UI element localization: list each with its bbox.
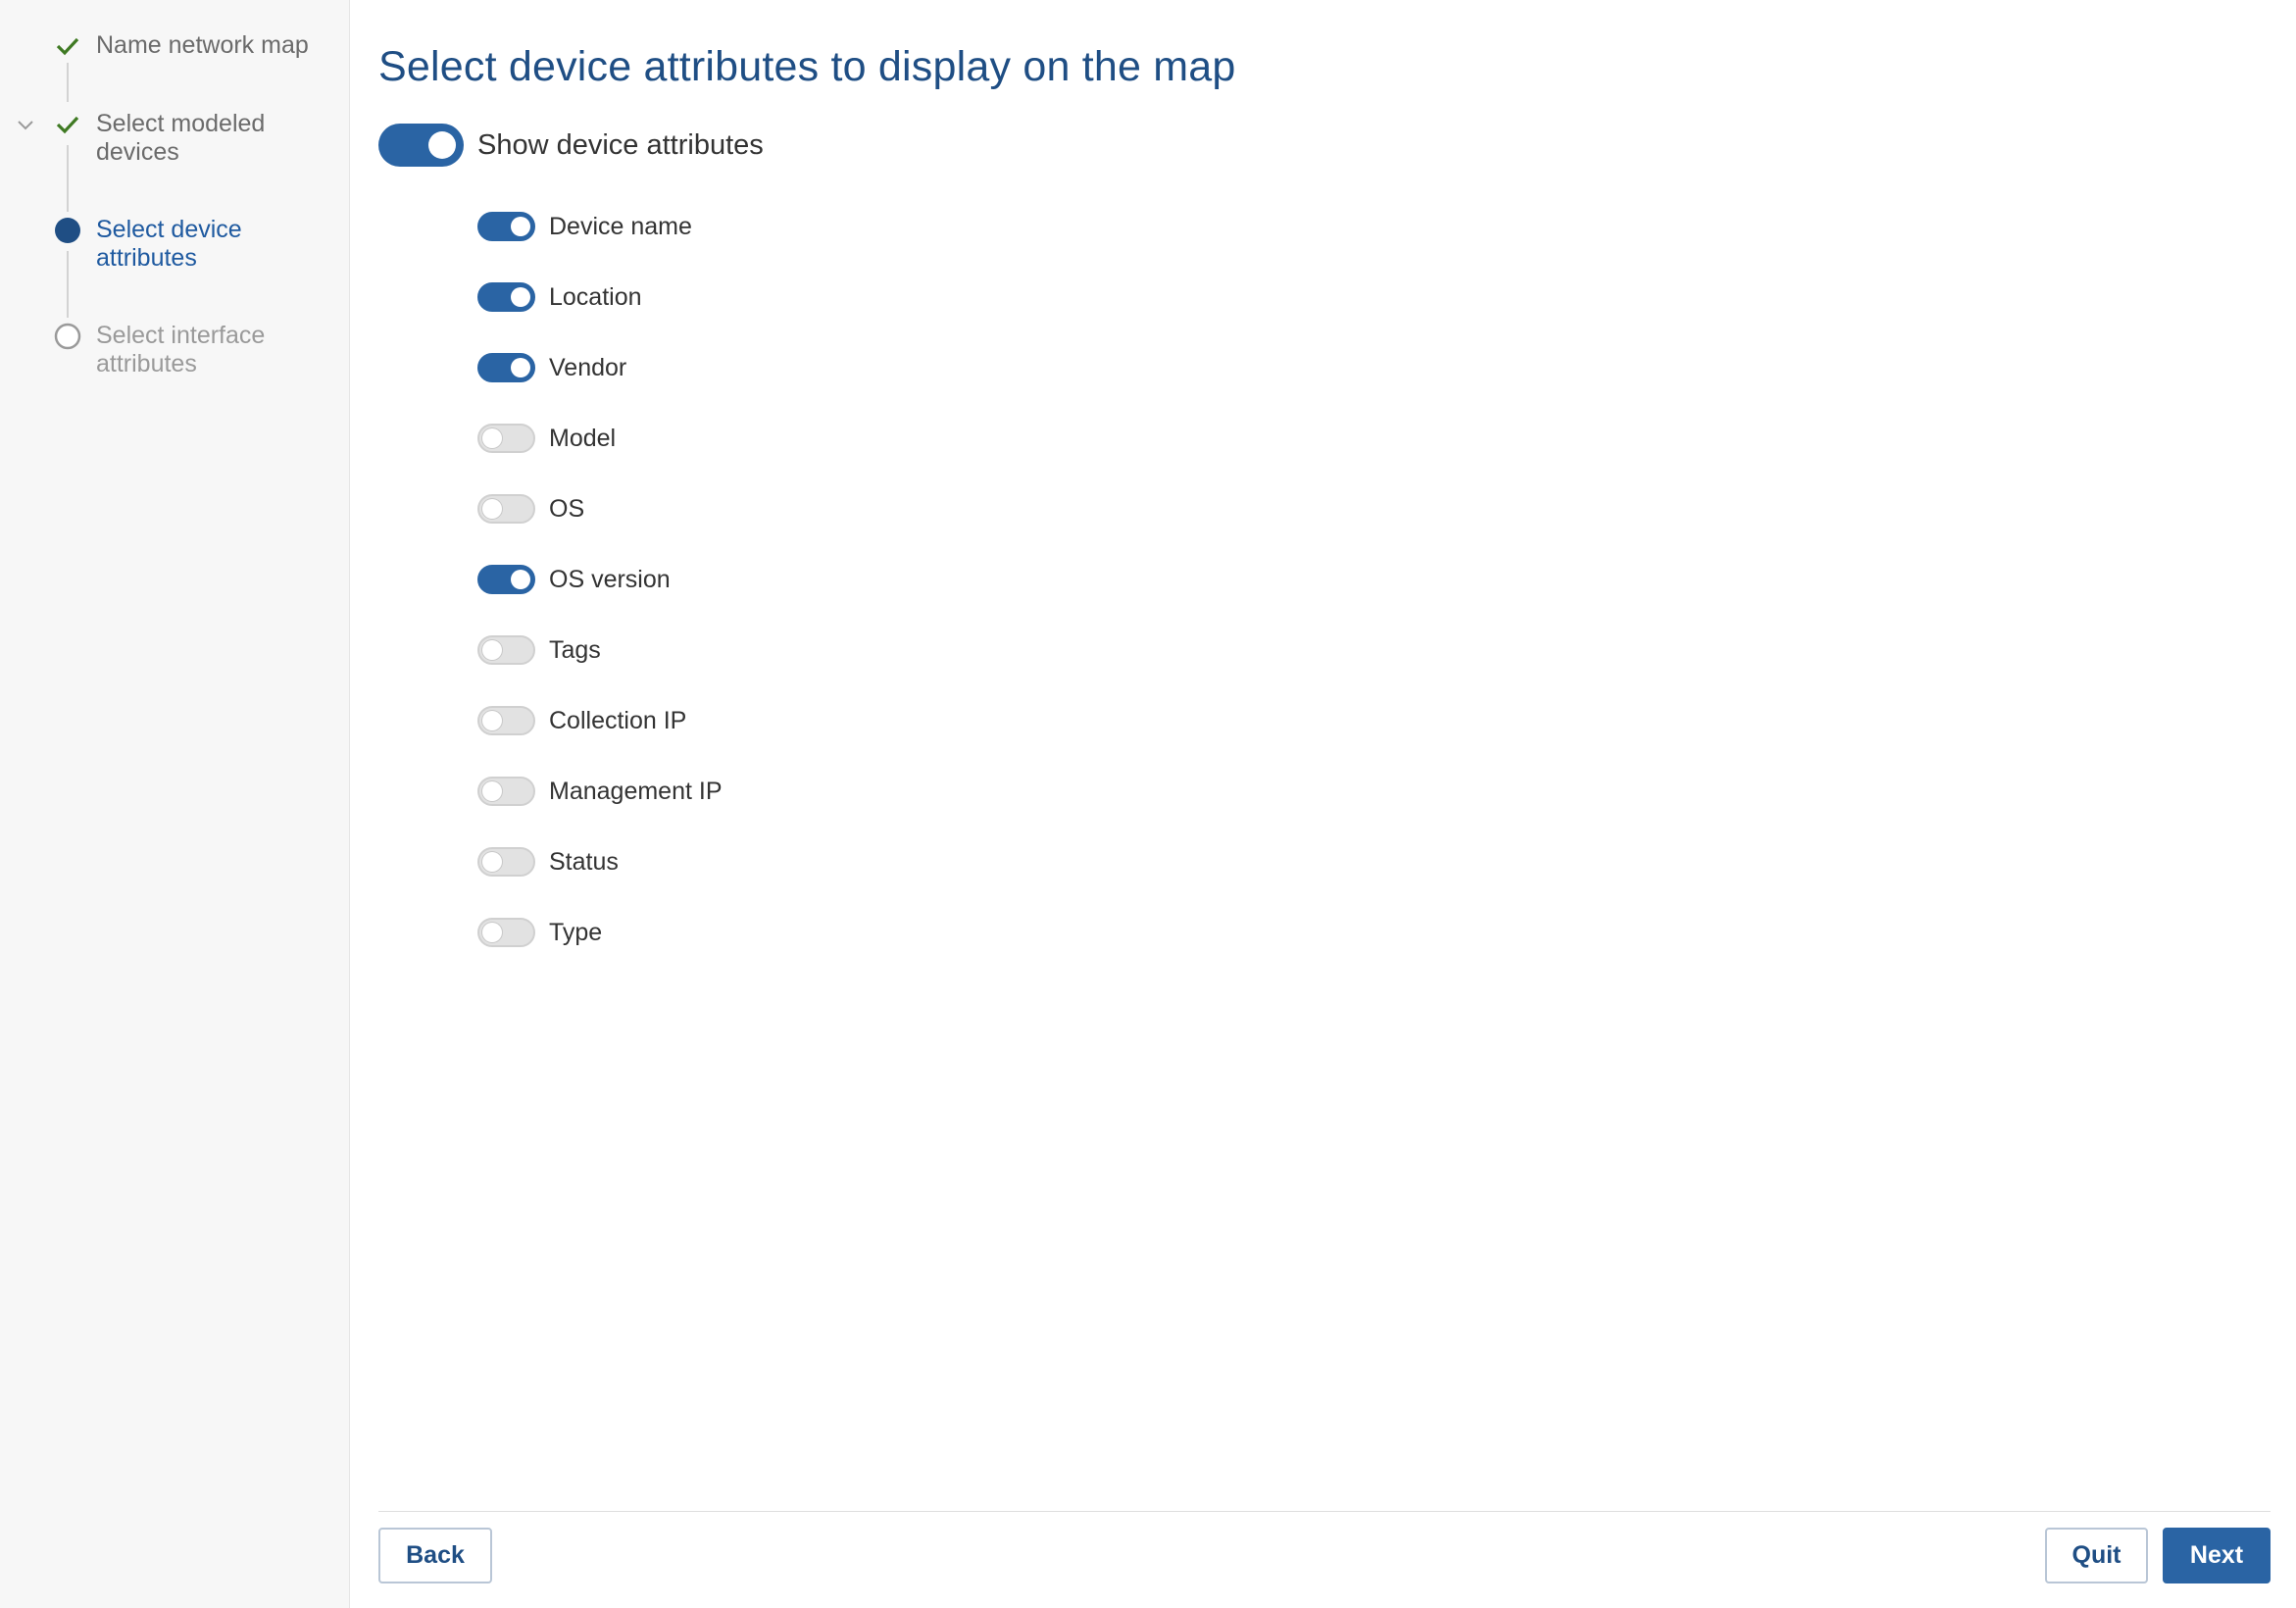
wizard-stepper: Name network map Select modeled devices … [0, 0, 350, 1608]
master-toggle-row: Show device attributes [378, 123, 764, 168]
attribute-row-device-name: Device name [477, 191, 723, 262]
toggle-knob [511, 358, 530, 377]
attribute-row-model: Model [477, 403, 723, 474]
toggle-knob [482, 852, 502, 872]
step-label: Name network map [96, 31, 309, 59]
attribute-label: Status [549, 847, 619, 876]
next-button[interactable]: Next [2163, 1528, 2271, 1583]
show-device-attributes-toggle[interactable] [378, 124, 464, 167]
check-icon [56, 37, 79, 56]
vendor-toggle[interactable] [477, 353, 535, 382]
step-connector [67, 145, 69, 212]
attribute-label: Vendor [549, 353, 627, 381]
os-version-toggle[interactable] [477, 565, 535, 594]
attribute-row-type: Type [477, 897, 723, 968]
collection-ip-toggle[interactable] [477, 706, 535, 735]
step-label: Select device attributes [96, 216, 242, 272]
attribute-label: Model [549, 424, 617, 452]
attribute-row-os-version: OS version [477, 544, 723, 615]
type-toggle[interactable] [477, 918, 535, 947]
location-toggle[interactable] [477, 282, 535, 312]
attribute-label: Collection IP [549, 706, 687, 734]
attribute-label: Tags [549, 635, 601, 664]
step-connector [67, 63, 69, 102]
toggle-knob [482, 640, 502, 660]
attribute-row-os: OS [477, 474, 723, 544]
attribute-list: Device name Location Vendor Model OS OS … [477, 191, 723, 968]
attribute-row-vendor: Vendor [477, 332, 723, 403]
toggle-knob [482, 711, 502, 730]
quit-button[interactable]: Quit [2045, 1528, 2148, 1583]
attribute-label: OS [549, 494, 585, 523]
model-toggle[interactable] [477, 424, 535, 453]
toggle-knob [482, 781, 502, 801]
attribute-row-location: Location [477, 262, 723, 332]
master-toggle-label: Show device attributes [477, 128, 764, 161]
page-title: Select device attributes to display on t… [378, 43, 1236, 90]
back-button[interactable]: Back [378, 1528, 492, 1583]
check-icon [56, 116, 79, 134]
attribute-label: OS version [549, 565, 671, 593]
toggle-knob [511, 570, 530, 589]
tags-toggle[interactable] [477, 635, 535, 665]
attribute-label: Management IP [549, 777, 723, 805]
device-name-toggle[interactable] [477, 212, 535, 241]
empty-circle-icon [54, 323, 81, 350]
attribute-row-management-ip: Management IP [477, 756, 723, 827]
main-content: Select device attributes to display on t… [378, 0, 2296, 1608]
attribute-label: Location [549, 282, 642, 311]
filled-circle-icon [55, 218, 80, 243]
chevron-down-icon[interactable] [16, 119, 35, 132]
management-ip-toggle[interactable] [477, 777, 535, 806]
toggle-knob [511, 287, 530, 307]
footer-divider [378, 1511, 2271, 1512]
attribute-label: Device name [549, 212, 692, 240]
step-label: Select interface attributes [96, 322, 266, 377]
os-toggle[interactable] [477, 494, 535, 524]
attribute-row-tags: Tags [477, 615, 723, 685]
attribute-row-status: Status [477, 827, 723, 897]
attribute-row-collection-ip: Collection IP [477, 685, 723, 756]
toggle-knob [482, 499, 502, 519]
toggle-knob [511, 217, 530, 236]
toggle-knob [482, 428, 502, 448]
wizard-app: Name network map Select modeled devices … [0, 0, 2296, 1608]
toggle-knob [482, 923, 502, 942]
status-toggle[interactable] [477, 847, 535, 877]
step-connector [67, 251, 69, 318]
attribute-label: Type [549, 918, 603, 946]
toggle-knob [428, 131, 456, 159]
step-label: Select modeled devices [96, 110, 266, 166]
